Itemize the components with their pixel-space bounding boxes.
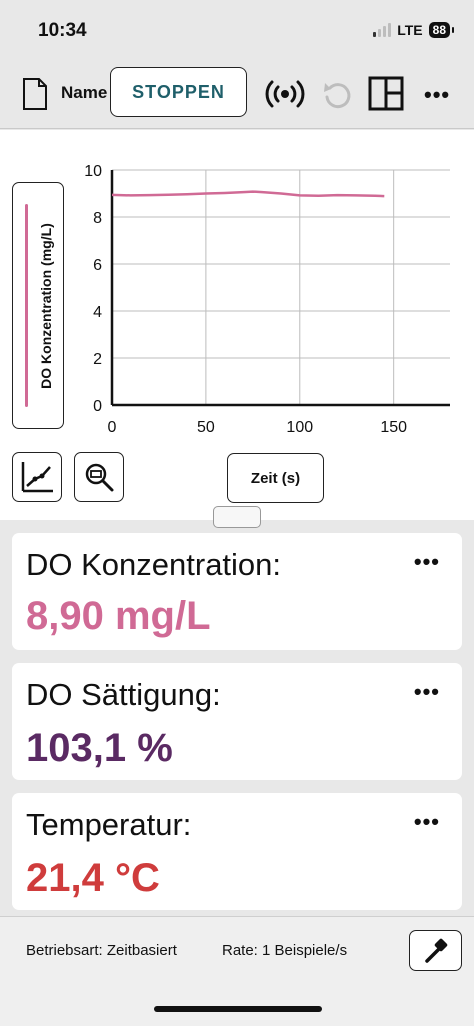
more-icon[interactable]: •••	[414, 549, 440, 575]
y-tick-label: 2	[93, 351, 102, 368]
meter-card-do-concentration[interactable]: DO Konzentration: ••• 8,90 mg/L	[12, 533, 462, 650]
zoom-icon	[85, 463, 114, 492]
file-name[interactable]: Name	[61, 83, 109, 103]
x-tick-label: 50	[197, 419, 215, 436]
series-line	[111, 190, 385, 198]
file-icon[interactable]	[22, 78, 48, 110]
x-tick-label: 0	[108, 419, 117, 436]
graph-tools-button[interactable]	[12, 452, 62, 502]
mode-label[interactable]: Betriebsart: Zeitbasiert	[26, 942, 177, 959]
meter-value: 103,1 %	[26, 726, 173, 770]
panel-resize-handle[interactable]	[213, 506, 261, 528]
signal-icon	[373, 23, 392, 37]
wrench-icon	[424, 938, 447, 963]
zoom-button[interactable]	[74, 452, 124, 502]
more-icon[interactable]: •••	[414, 809, 440, 835]
status-indicators: LTE 88	[373, 22, 455, 38]
y-tick-label: 0	[93, 398, 102, 415]
chart-axes	[110, 170, 450, 407]
meter-label: DO Sättigung:	[26, 677, 221, 712]
more-icon[interactable]: •••	[414, 679, 440, 705]
x-axis-label-button[interactable]: Zeit (s)	[227, 453, 324, 503]
x-tick-label: 100	[286, 419, 313, 436]
meter-card-temperature[interactable]: Temperatur: ••• 21,4 °C	[12, 793, 462, 910]
rate-label[interactable]: Rate: 1 Beispiele/s	[222, 942, 347, 959]
meter-card-do-saturation[interactable]: DO Sättigung: ••• 103,1 %	[12, 663, 462, 780]
y-tick-label: 10	[84, 163, 102, 180]
y-tick-label: 4	[93, 304, 102, 321]
y-tick-label: 8	[93, 210, 102, 227]
network-label: LTE	[397, 22, 423, 38]
home-indicator	[154, 1006, 322, 1012]
stop-button[interactable]: STOPPEN	[110, 67, 247, 117]
meter-value: 8,90 mg/L	[26, 594, 211, 638]
layout-icon[interactable]	[368, 76, 404, 111]
battery-icon: 88	[428, 22, 455, 38]
chart-grid	[112, 169, 450, 405]
chart-tick-labels: 02468100 50 100 150	[84, 163, 407, 436]
sensor-icon[interactable]	[265, 77, 305, 111]
y-tick-label: 6	[93, 257, 102, 274]
status-time: 10:34	[38, 20, 87, 41]
chart-series	[111, 190, 385, 198]
line-chart[interactable]: 02468100 50 100 150	[0, 130, 474, 440]
x-tick-label: 150	[380, 419, 407, 436]
meter-label: DO Konzentration:	[26, 547, 282, 582]
meter-value: 21,4 °C	[26, 856, 160, 900]
undo-icon[interactable]	[322, 78, 352, 110]
meter-label: Temperatur:	[26, 807, 192, 842]
graph-tools-icon	[21, 462, 53, 493]
settings-button[interactable]	[409, 930, 462, 971]
more-icon[interactable]: •••	[424, 82, 450, 108]
